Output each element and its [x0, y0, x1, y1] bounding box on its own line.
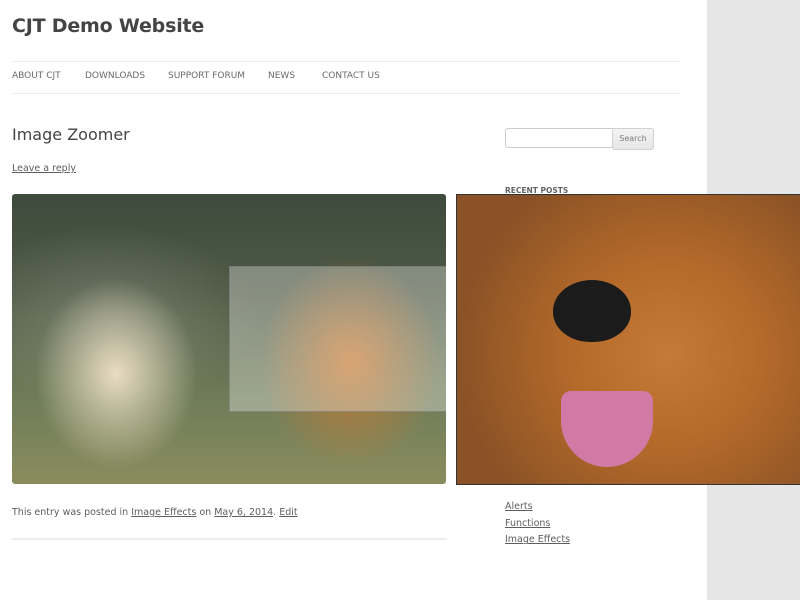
- leave-reply-link[interactable]: Leave a reply: [12, 163, 76, 174]
- nav-item-about-cjt[interactable]: ABOUT CJT: [12, 71, 61, 81]
- category-link-alerts[interactable]: Alerts: [505, 501, 533, 512]
- entry-meta-sep: .: [273, 507, 277, 518]
- entry-divider: [12, 538, 447, 540]
- main-navigation: ABOUT CJT DOWNLOADS SUPPORT FORUM NEWS C…: [12, 61, 680, 94]
- list-item: Alerts: [505, 501, 570, 518]
- date-link[interactable]: May 6, 2014: [214, 507, 273, 518]
- category-list: Alerts Functions Image Effects: [505, 501, 570, 551]
- category-link-functions[interactable]: Functions: [505, 518, 550, 529]
- list-item: Image Effects: [505, 534, 570, 551]
- nav-item-support-forum[interactable]: SUPPORT FORUM: [168, 71, 245, 81]
- zoom-lens[interactable]: [229, 266, 446, 412]
- zoomed-image-view: [456, 194, 800, 485]
- entry-meta: This entry was posted in Image Effects o…: [12, 507, 298, 518]
- category-link[interactable]: Image Effects: [131, 507, 196, 518]
- nav-item-news[interactable]: NEWS: [268, 71, 295, 81]
- nav-item-contact-us[interactable]: CONTACT US: [322, 71, 380, 81]
- entry-meta-on: on: [199, 507, 212, 518]
- entry-title: Image Zoomer: [12, 125, 130, 144]
- entry-meta-prefix: This entry was posted in: [12, 507, 129, 518]
- category-link-image-effects[interactable]: Image Effects: [505, 534, 570, 545]
- dogs-photo[interactable]: [12, 194, 446, 484]
- search-input[interactable]: [505, 128, 616, 148]
- edit-link[interactable]: Edit: [279, 507, 297, 518]
- search-button[interactable]: Search: [612, 128, 654, 150]
- list-item: Functions: [505, 518, 570, 535]
- nav-item-downloads[interactable]: DOWNLOADS: [85, 71, 145, 81]
- site-title[interactable]: CJT Demo Website: [12, 15, 204, 37]
